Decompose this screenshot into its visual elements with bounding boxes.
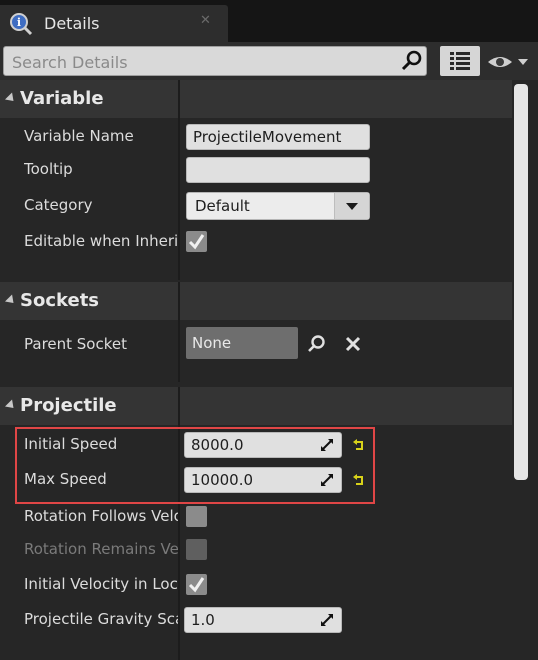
property-label: Projectile Gravity Scale xyxy=(24,610,178,628)
gravity-scale-value: 1.0 xyxy=(191,611,215,629)
rotation-follows-checkbox[interactable] xyxy=(186,506,207,527)
close-icon[interactable]: ✕ xyxy=(200,13,211,28)
clear-x-icon[interactable] xyxy=(344,335,362,353)
property-label: Rotation Follows Velocity xyxy=(24,507,178,525)
property-label: Rotation Remains Vertical xyxy=(24,540,178,558)
property-row-initial-velocity-local: Initial Velocity in Local Space xyxy=(0,567,512,603)
section-title: Sockets xyxy=(20,290,100,311)
property-label: Initial Velocity in Local Space xyxy=(24,575,178,593)
property-row-rotation-remains: Rotation Remains Vertical xyxy=(0,532,512,568)
property-label: Parent Socket xyxy=(24,335,127,353)
checkmark-icon xyxy=(188,234,205,250)
section-header-projectile[interactable]: Projectile xyxy=(0,387,512,425)
property-row-variable-name: Variable Name ProjectileMovement xyxy=(0,119,512,155)
property-row-editable-inherited: Editable when Inherited xyxy=(0,224,512,260)
highlight-box xyxy=(15,427,375,504)
tab-details[interactable]: i Details ✕ xyxy=(0,5,228,42)
eye-visibility-icon[interactable] xyxy=(486,52,534,72)
tooltip-field[interactable] xyxy=(186,157,370,183)
section-header-sockets[interactable]: Sockets xyxy=(0,282,512,320)
variable-name-field[interactable]: ProjectileMovement xyxy=(186,124,370,150)
search-icon[interactable] xyxy=(400,49,424,73)
property-row-category: Category Default xyxy=(0,188,512,224)
search-box xyxy=(3,46,427,76)
property-row-gravity-scale: Projectile Gravity Scale 1.0 xyxy=(0,602,512,638)
checkmark-icon xyxy=(188,577,205,593)
editable-inherited-checkbox[interactable] xyxy=(186,231,207,252)
parent-socket-value: None xyxy=(192,334,232,352)
chevron-down-icon[interactable] xyxy=(334,193,369,219)
section-title: Projectile xyxy=(20,395,117,416)
property-row-parent-socket: Parent Socket None xyxy=(0,327,512,363)
property-row-tooltip: Tooltip xyxy=(0,152,512,188)
info-magnifier-icon: i xyxy=(10,13,33,36)
search-icon[interactable] xyxy=(307,334,327,354)
collapse-arrow-icon xyxy=(4,399,18,412)
rotation-remains-checkbox xyxy=(186,539,207,560)
section-header-variable[interactable]: Variable xyxy=(0,80,512,118)
details-toolbar xyxy=(0,42,538,80)
drag-spin-icon[interactable] xyxy=(320,613,334,627)
tab-bar: i Details ✕ xyxy=(0,0,538,42)
property-row-rotation-follows: Rotation Follows Velocity xyxy=(0,499,512,535)
section-title: Variable xyxy=(20,88,104,109)
initial-velocity-local-checkbox[interactable] xyxy=(186,574,207,595)
property-label: Tooltip xyxy=(24,160,73,178)
gravity-scale-field[interactable]: 1.0 xyxy=(184,607,342,633)
tab-title: Details xyxy=(44,14,100,33)
scrollbar-thumb[interactable] xyxy=(514,84,528,480)
property-label: Variable Name xyxy=(24,127,134,145)
parent-socket-field[interactable]: None xyxy=(186,327,298,359)
collapse-arrow-icon xyxy=(4,294,18,307)
collapse-arrow-icon xyxy=(4,92,18,105)
view-options-button[interactable] xyxy=(440,46,480,76)
dropdown-value: Default xyxy=(195,197,250,215)
category-dropdown[interactable]: Default xyxy=(186,192,370,220)
property-label: Category xyxy=(24,196,93,214)
search-input[interactable] xyxy=(10,50,402,74)
list-view-icon xyxy=(450,52,470,70)
svg-text:i: i xyxy=(17,16,21,29)
property-label: Editable when Inherited xyxy=(24,232,178,250)
